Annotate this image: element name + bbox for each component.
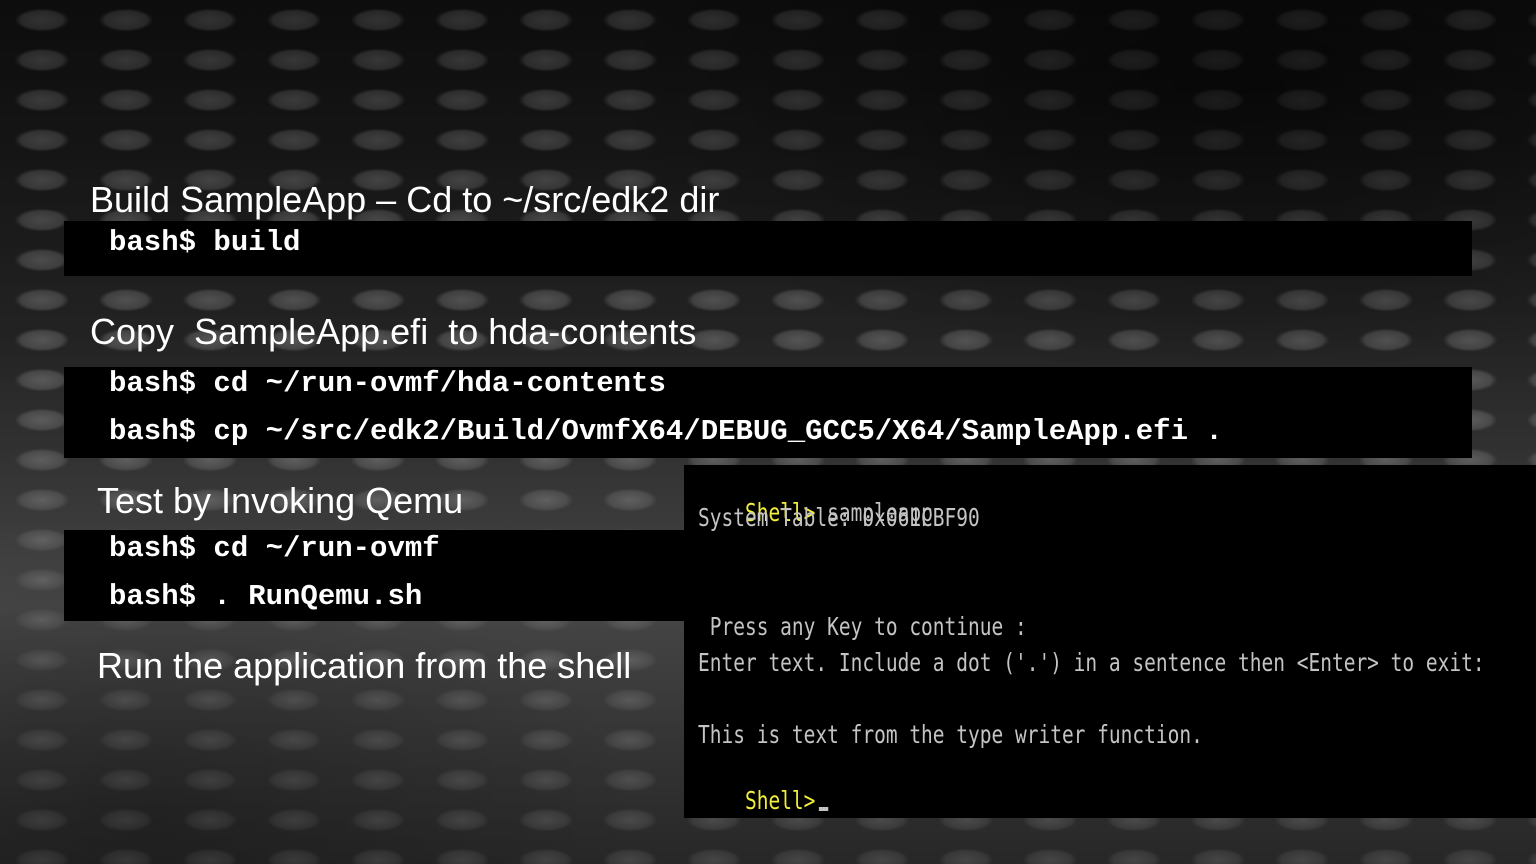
final-shell-prompt: Shell>	[744, 786, 816, 815]
cp-sampleapp-command: bash$ cp ~/src/edk2/Build/OvmfX64/DEBUG_…	[109, 415, 1223, 448]
text-cursor	[818, 807, 828, 811]
cd-run-ovmf-command: bash$ cd ~/run-ovmf	[109, 532, 440, 565]
copy-heading: Copy SampleApp.efi to hda-contents	[90, 311, 697, 352]
final-prompt-line: Shell>	[698, 756, 828, 846]
run-heading: Run the application from the shell	[97, 645, 632, 686]
cd-hda-contents-command: bash$ cd ~/run-ovmf/hda-contents	[109, 367, 666, 400]
build-command: bash$ build	[109, 226, 301, 259]
copy-command-box: bash$ cd ~/run-ovmf/hda-contents bash$ c…	[64, 367, 1472, 458]
test-heading: Test by Invoking Qemu	[97, 480, 464, 521]
uefi-shell-terminal: Shell> sampleapp System Table: 0x061CBF9…	[684, 465, 1536, 818]
run-qemu-command: bash$ . RunQemu.sh	[109, 580, 423, 613]
build-command-box: bash$ build	[64, 221, 1472, 276]
build-heading: Build SampleApp – Cd to ~/src/edk2 dir	[90, 179, 720, 220]
system-table-line: System Table: 0x061CBF90	[698, 503, 980, 532]
press-key-line: Press any Key to continue :	[698, 612, 1027, 641]
typed-text-line: This is text from the type writer functi…	[698, 720, 1203, 749]
enter-text-line: Enter text. Include a dot ('.') in a sen…	[698, 648, 1485, 677]
test-command-box: bash$ cd ~/run-ovmf bash$ . RunQemu.sh	[64, 530, 694, 621]
